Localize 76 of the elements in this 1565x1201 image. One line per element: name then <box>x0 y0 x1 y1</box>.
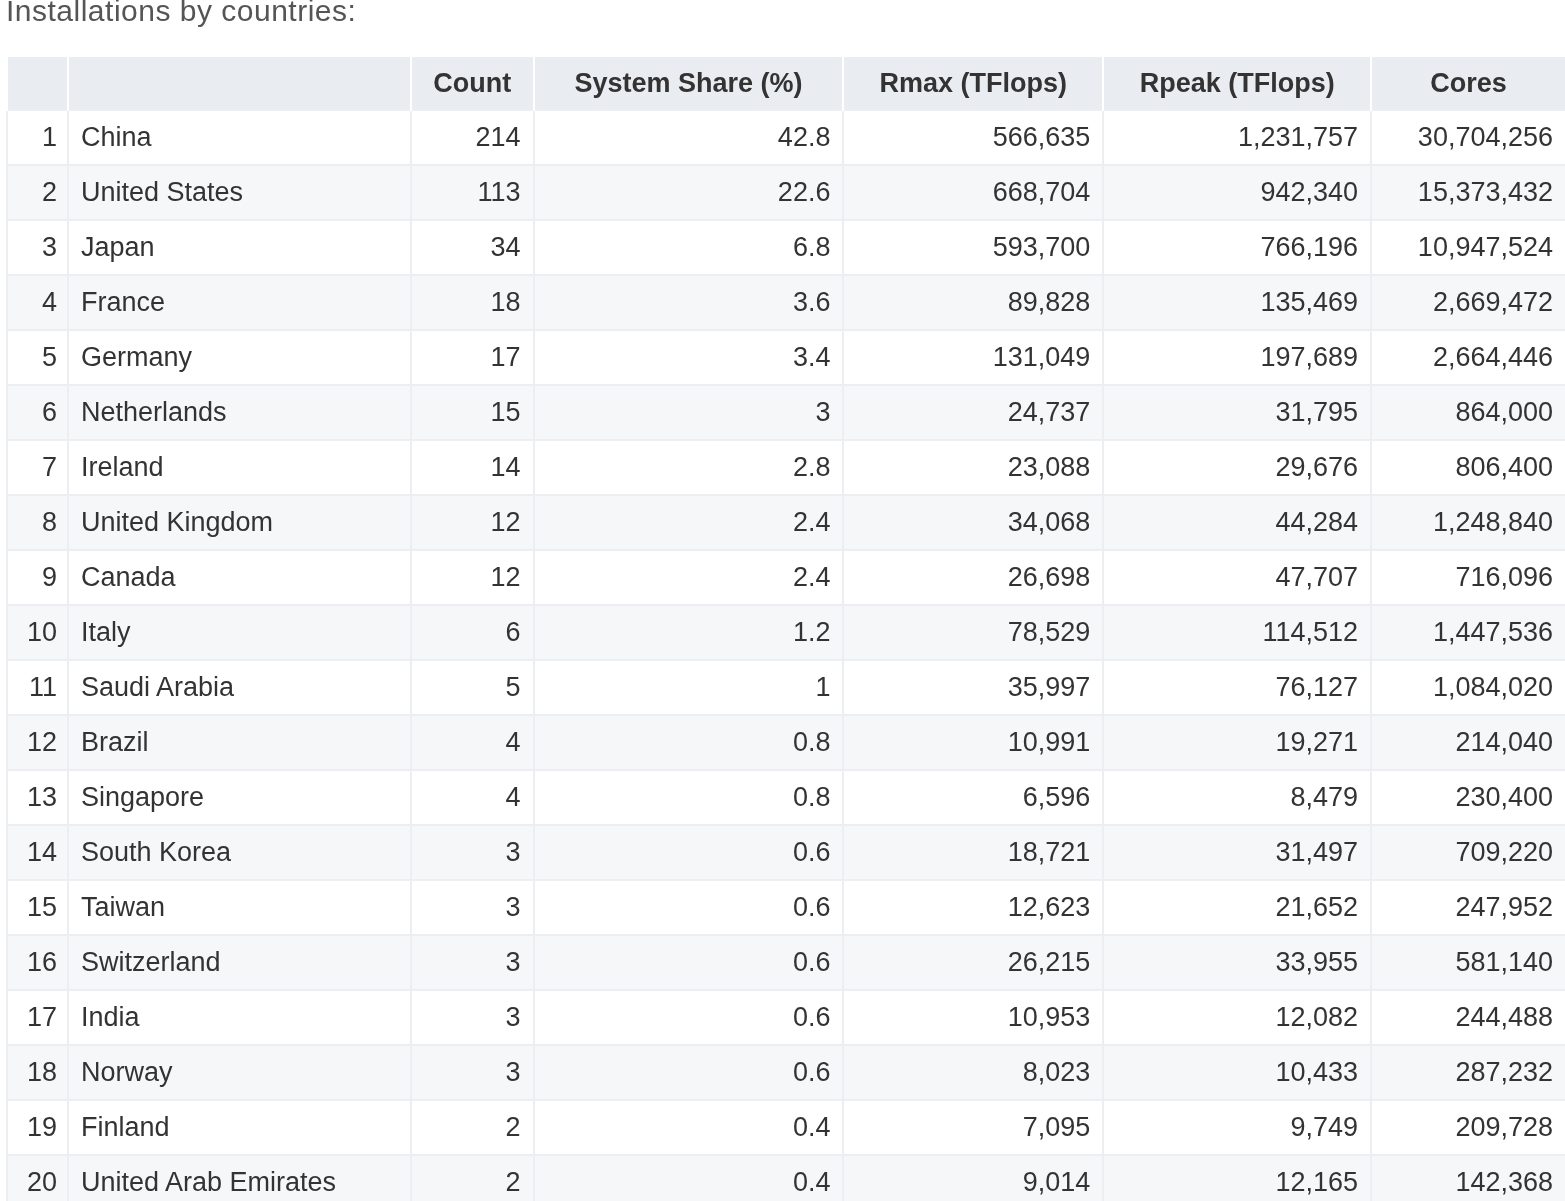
table-cell: 34,068 <box>843 495 1104 550</box>
row-number: 14 <box>7 825 68 880</box>
table-cell: 15 <box>410 385 534 440</box>
table-cell: 22.6 <box>533 165 844 220</box>
table-cell: 15,373,432 <box>1371 165 1565 220</box>
table-cell: 1,447,536 <box>1371 605 1565 660</box>
table-cell: 9,014 <box>843 1155 1104 1201</box>
table-cell: 3 <box>410 1045 534 1100</box>
table-cell: United States <box>67 165 411 220</box>
column-header[interactable]: System Share (%) <box>533 57 844 110</box>
table-cell: 44,284 <box>1103 495 1372 550</box>
table-cell: Italy <box>67 605 411 660</box>
column-header[interactable]: Cores <box>1371 57 1565 110</box>
table-cell: United Arab Emirates <box>67 1155 411 1201</box>
table-cell: Brazil <box>67 715 411 770</box>
row-number: 4 <box>7 275 68 330</box>
table-cell: 3 <box>533 385 844 440</box>
row-number: 20 <box>7 1155 68 1201</box>
row-number: 12 <box>7 715 68 770</box>
table-cell: 4 <box>410 715 534 770</box>
table-cell: 10,433 <box>1103 1045 1372 1100</box>
table-cell: Netherlands <box>67 385 411 440</box>
table-cell: 214,040 <box>1371 715 1565 770</box>
table-cell: 19,271 <box>1103 715 1372 770</box>
table-cell: 33,955 <box>1103 935 1372 990</box>
table-cell: 2 <box>410 1155 534 1201</box>
table-cell: 2,669,472 <box>1371 275 1565 330</box>
table-cell: 3 <box>410 825 534 880</box>
table-cell: 89,828 <box>843 275 1104 330</box>
table-cell: 581,140 <box>1371 935 1565 990</box>
table-cell: 287,232 <box>1371 1045 1565 1100</box>
table-cell: Switzerland <box>67 935 411 990</box>
table-cell: 6 <box>410 605 534 660</box>
table-cell: 113 <box>410 165 534 220</box>
table-cell: 0.6 <box>533 825 844 880</box>
column-header[interactable]: Count <box>410 57 534 110</box>
row-number: 16 <box>7 935 68 990</box>
table-cell: 2.4 <box>533 495 844 550</box>
row-number: 2 <box>7 165 68 220</box>
table-cell: France <box>67 275 411 330</box>
page-title: Installations by countries: <box>6 0 358 29</box>
table-cell: 3 <box>410 935 534 990</box>
column-header[interactable]: Rmax (TFlops) <box>843 57 1104 110</box>
row-number: 18 <box>7 1045 68 1100</box>
table-cell: 78,529 <box>843 605 1104 660</box>
column-header[interactable]: Rpeak (TFlops) <box>1103 57 1372 110</box>
table-cell: 142,368 <box>1371 1155 1565 1201</box>
table-cell: 18 <box>410 275 534 330</box>
table-cell: 24,737 <box>843 385 1104 440</box>
table-cell: 0.6 <box>533 1045 844 1100</box>
row-number: 10 <box>7 605 68 660</box>
table-cell: 31,795 <box>1103 385 1372 440</box>
table-cell: 0.8 <box>533 715 844 770</box>
table-cell: 31,497 <box>1103 825 1372 880</box>
table-cell: South Korea <box>67 825 411 880</box>
table-cell: Norway <box>67 1045 411 1100</box>
table-cell: 942,340 <box>1103 165 1372 220</box>
table-cell: 0.4 <box>533 1155 844 1201</box>
table-cell: 1,248,840 <box>1371 495 1565 550</box>
table-cell: 10,991 <box>843 715 1104 770</box>
row-number: 8 <box>7 495 68 550</box>
table-cell: 709,220 <box>1371 825 1565 880</box>
table-cell: 864,000 <box>1371 385 1565 440</box>
table-cell: 12 <box>410 495 534 550</box>
table-cell: 1.2 <box>533 605 844 660</box>
table-cell: 0.6 <box>533 935 844 990</box>
table-cell: 12,165 <box>1103 1155 1372 1201</box>
table-cell: 668,704 <box>843 165 1104 220</box>
table-cell: United Kingdom <box>67 495 411 550</box>
table-cell: 114,512 <box>1103 605 1372 660</box>
row-number: 6 <box>7 385 68 440</box>
table-cell: 3.6 <box>533 275 844 330</box>
table-cell: 135,469 <box>1103 275 1372 330</box>
table-cell: 8,023 <box>843 1045 1104 1100</box>
table-cell: 18,721 <box>843 825 1104 880</box>
table-cell: 26,215 <box>843 935 1104 990</box>
